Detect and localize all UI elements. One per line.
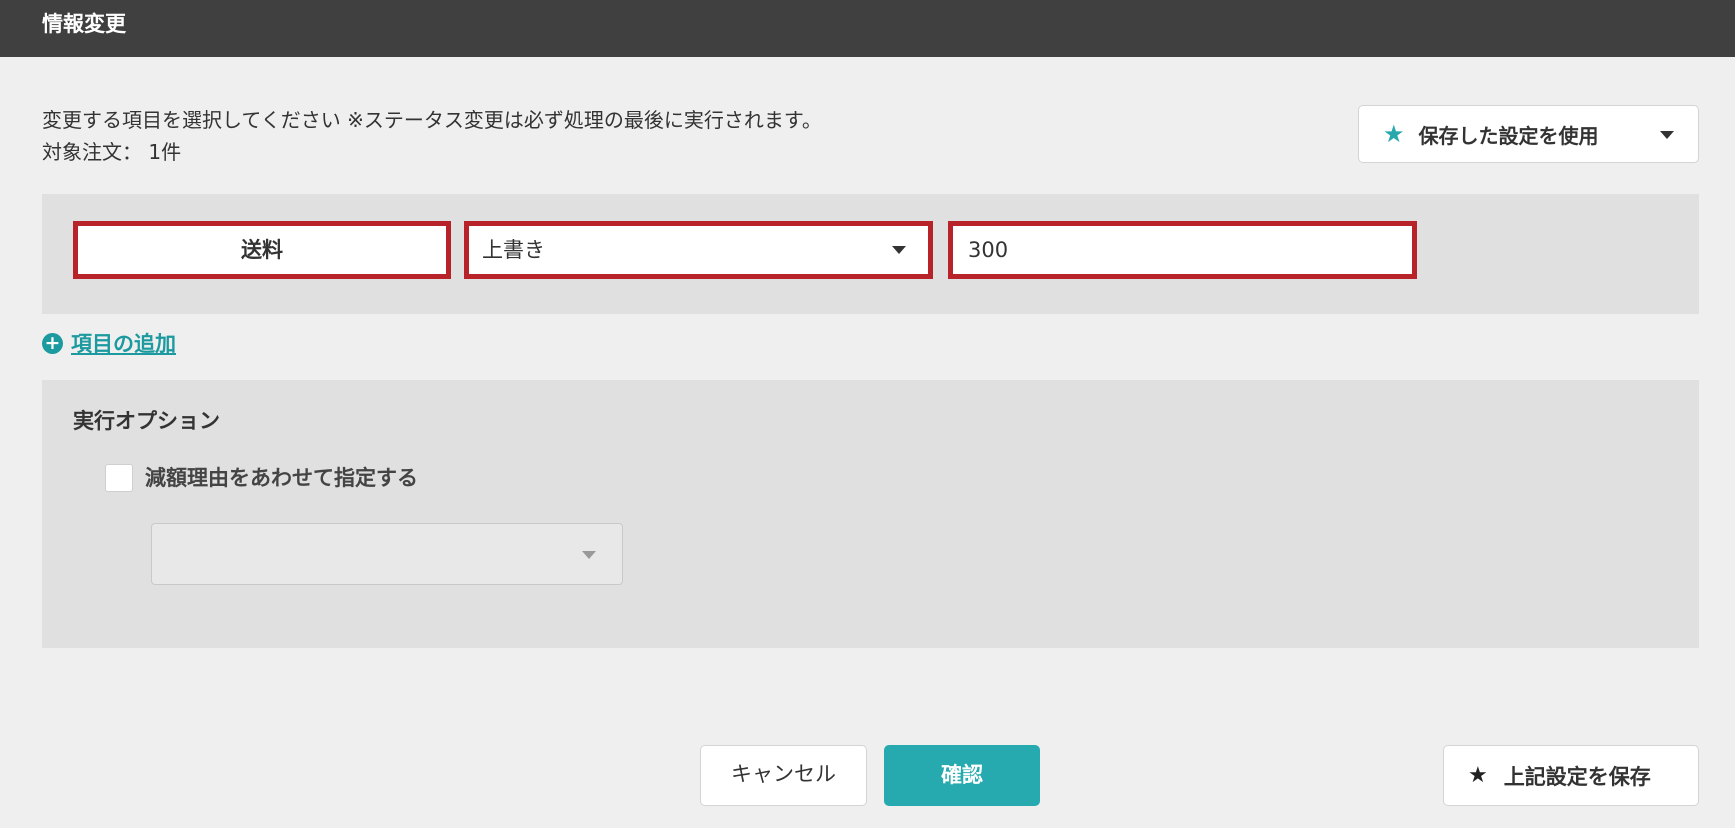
- instruction-text: 変更する項目を選択してください ※ステータス変更は必ず処理の最後に実行されます。: [42, 108, 822, 132]
- use-saved-settings-label: 保存した設定を使用: [1418, 123, 1599, 148]
- operation-select[interactable]: 上書き: [464, 221, 933, 279]
- value-input[interactable]: 300: [948, 221, 1417, 279]
- reduction-reason-label[interactable]: 減額理由をあわせて指定する: [145, 464, 418, 492]
- execution-options-panel: 実行オプション 減額理由をあわせて指定する: [42, 380, 1699, 648]
- cancel-button[interactable]: キャンセル: [700, 745, 867, 806]
- use-saved-settings-button[interactable]: ★ 保存した設定を使用: [1358, 105, 1699, 163]
- confirm-button[interactable]: 確認: [884, 745, 1040, 806]
- edit-item-panel: 送料 上書き 300: [42, 194, 1699, 314]
- reduction-reason-select[interactable]: [151, 523, 623, 585]
- options-title: 実行オプション: [73, 409, 220, 433]
- add-item-link[interactable]: + 項目の追加: [42, 328, 176, 358]
- field-name-select[interactable]: 送料: [73, 221, 451, 279]
- target-order-count: 対象注文： 1件: [42, 140, 182, 164]
- star-icon: ★: [1468, 763, 1488, 788]
- star-icon: ★: [1383, 120, 1405, 148]
- dialog-title: 情報変更: [0, 0, 1735, 57]
- reduction-reason-checkbox[interactable]: [105, 464, 133, 492]
- save-settings-label: 上記設定を保存: [1503, 764, 1651, 789]
- chevron-down-icon: [892, 246, 906, 254]
- plus-circle-icon: +: [42, 332, 63, 354]
- chevron-down-icon: [1660, 131, 1674, 139]
- description: 変更する項目を選択してください ※ステータス変更は必ず処理の最後に実行されます。…: [42, 104, 822, 168]
- chevron-down-icon: [582, 551, 596, 559]
- add-item-label: 項目の追加: [71, 332, 176, 356]
- operation-value: 上書き: [482, 238, 545, 262]
- save-settings-button[interactable]: ★ 上記設定を保存: [1443, 745, 1699, 806]
